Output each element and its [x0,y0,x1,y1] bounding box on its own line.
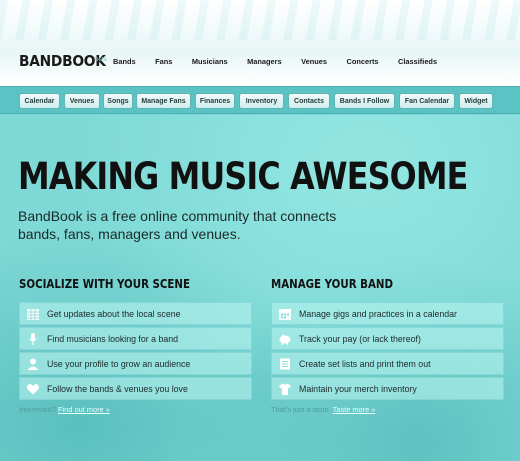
feature-text: Get updates about the local scene [47,308,181,319]
socialize-title: SOCIALIZE WITH YOUR SCENE [19,276,191,291]
taste-more-link[interactable]: Taste more » [333,405,376,414]
more-prompt: That's just a taste. [271,405,331,414]
feature-text: Use your profile to grow an audience [47,358,191,369]
toolbar-finances-button[interactable]: Finances [195,93,235,109]
feature-text: Manage gigs and practices in a calendar [299,308,457,319]
manage-more: That's just a taste. Taste more » [271,405,375,414]
list-icon [277,356,292,371]
feature-item[interactable]: Manage gigs and practices in a calendar [271,302,504,325]
tshirt-icon [277,381,292,396]
toolbar-manage-fans-button[interactable]: Manage Fans [136,93,191,109]
find-out-more-link[interactable]: Find out more » [58,405,110,414]
user-icon [25,356,40,371]
brand-logo[interactable]: BANDBOOK [19,52,106,70]
main-nav: Bands Fans Musicians Managers Venues Con… [113,57,457,66]
feature-text: Maintain your merch inventory [299,383,417,394]
feature-item[interactable]: Get updates about the local scene [19,302,252,325]
toolbar-fan-calendar-button[interactable]: Fan Calendar [399,93,455,109]
feature-text: Create set lists and print them out [299,358,431,369]
nav-fans[interactable]: Fans [155,57,172,66]
toolbar-widget-button[interactable]: Widget [459,93,493,109]
toolbar-songs-button[interactable]: Songs [103,93,133,109]
nav-concerts[interactable]: Concerts [346,57,378,66]
manage-title: MANAGE YOUR BAND [271,276,394,291]
feature-text: Find musicians looking for a band [47,333,179,344]
hero-intro: BandBook is a free online community that… [18,208,337,242]
toolbar-venues-button[interactable]: Venues [64,93,100,109]
feature-item[interactable]: Create set lists and print them out [271,352,504,375]
feature-item[interactable]: Use your profile to grow an audience [19,352,252,375]
socialize-more: Interested? Find out more » [19,405,110,414]
calendar-grid-icon [25,306,40,321]
toolbar-inventory-button[interactable]: Inventory [239,93,284,109]
nav-classifieds[interactable]: Classifieds [398,57,437,66]
hero-headline: MAKING MUSIC AWESOME [18,155,468,198]
feature-item[interactable]: Maintain your merch inventory [271,377,504,400]
feature-item[interactable]: Follow the bands & venues you love [19,377,252,400]
nav-bands[interactable]: Bands [113,57,136,66]
toolbar-contacts-button[interactable]: Contacts [288,93,330,109]
more-prompt: Interested? [19,405,56,414]
nav-venues[interactable]: Venues [301,57,327,66]
toolbar-bands-i-follow-button[interactable]: Bands I Follow [334,93,395,109]
nav-musicians[interactable]: Musicians [192,57,228,66]
piggy-bank-icon [277,331,292,346]
calendar-icon [277,306,292,321]
feature-toolbar: Calendar Venues Songs Manage Fans Financ… [0,86,520,114]
feature-item[interactable]: Track your pay (or lack thereof) [271,327,504,350]
nav-managers[interactable]: Managers [247,57,282,66]
toolbar-calendar-button[interactable]: Calendar [19,93,60,109]
feature-item[interactable]: Find musicians looking for a band [19,327,252,350]
heart-icon [25,381,40,396]
site-header: BANDBOOK beta Bands Fans Musicians Manag… [0,48,520,78]
microphone-icon [25,331,40,346]
beta-tag: beta [95,57,107,63]
feature-text: Follow the bands & venues you love [47,383,188,394]
feature-text: Track your pay (or lack thereof) [299,333,421,344]
